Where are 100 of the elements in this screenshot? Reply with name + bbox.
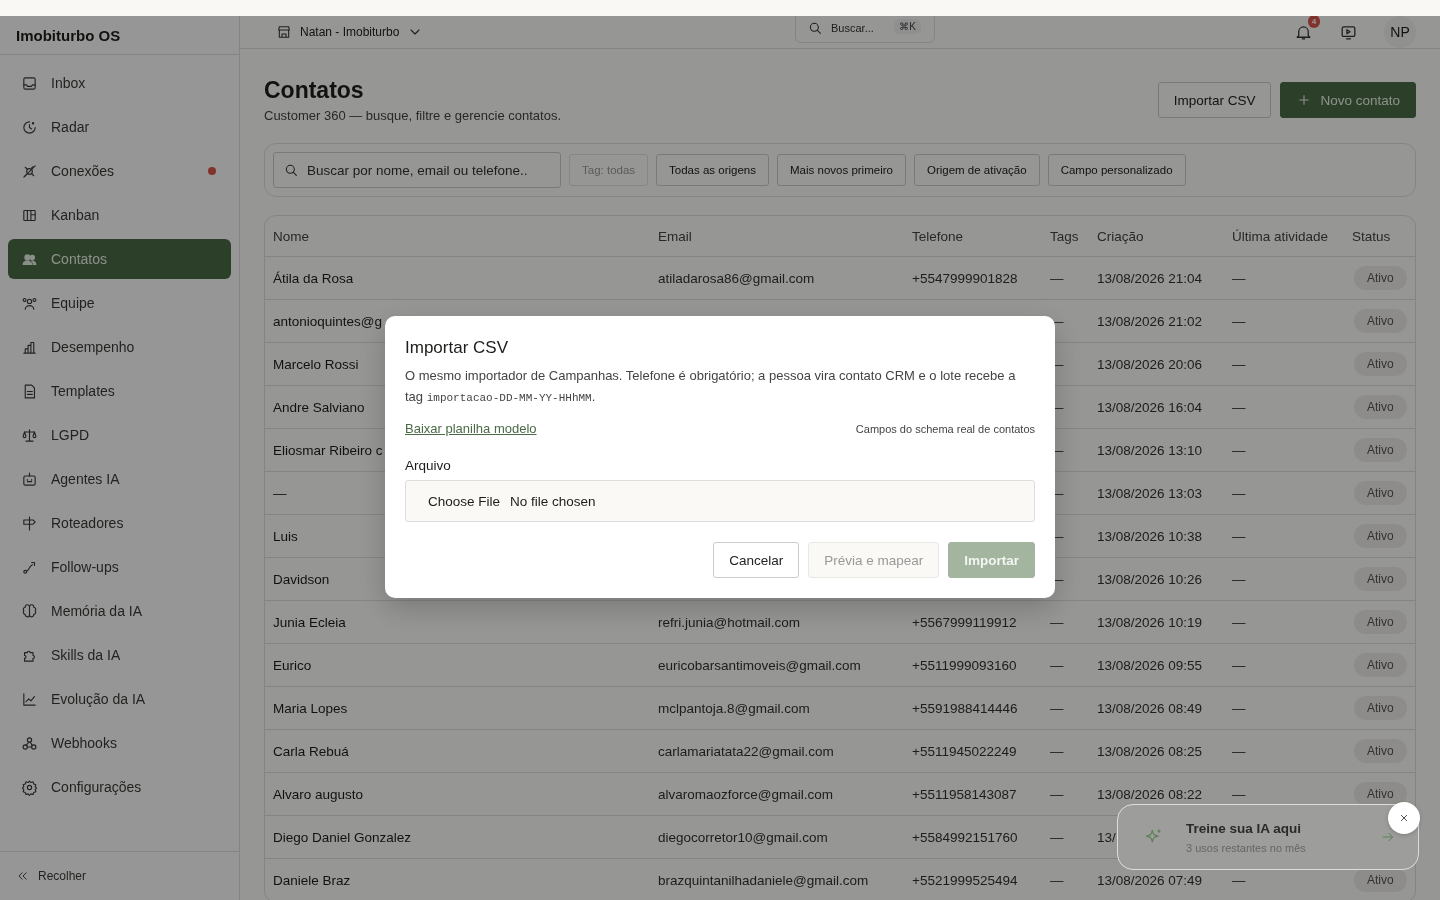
sidebar-item[interactable]: Agentes IA <box>8 459 231 499</box>
sidebar-item[interactable]: Desempenho <box>8 327 231 367</box>
sidebar-item[interactable]: Skills da IA <box>8 635 231 675</box>
page-subtitle: Customer 360 — busque, filtre e gerencie contatos. <box>264 108 561 123</box>
settings-icon <box>21 778 38 796</box>
email-cell-text: diegocorretor10@gmail.com <box>657 829 828 845</box>
sidebar-item[interactable]: Templates <box>8 371 231 411</box>
tags-cell-text: — <box>1049 700 1064 716</box>
date-cell-text: 13/08/2026 07:49 <box>1096 872 1203 888</box>
search-field[interactable]: Buscar por nome, email ou telefone.. <box>273 152 561 188</box>
date-cell-text: 13/08/2026 21:02 <box>1096 313 1203 329</box>
activity-cell-text: — <box>1231 571 1246 587</box>
activity-cell-text: — <box>1231 872 1246 888</box>
sidebar-item[interactable]: Equipe <box>8 283 231 323</box>
tags-cell-text: — <box>1049 829 1064 845</box>
phone-cell-text: +5547999901828 <box>911 270 1018 286</box>
collapse-button[interactable]: Recolher <box>16 869 87 883</box>
sidebar-item[interactable]: Configurações <box>8 767 231 807</box>
phone-cell-text: +5511958143087 <box>911 786 1017 802</box>
name-cell-text: Eurico <box>272 657 312 673</box>
sidebar-item[interactable]: Webhooks <box>8 723 231 763</box>
date-cell-text: 13/08/2026 20:06 <box>1096 356 1203 372</box>
tags-cell-text: — <box>1049 743 1064 759</box>
activity-cell-text: — <box>1231 313 1246 329</box>
date-cell-text: 13/08/2026 13:10 <box>1096 442 1203 458</box>
status-badge: Ativo <box>1354 739 1407 763</box>
date-cell-text: 13/08/2026 08:49 <box>1096 700 1203 716</box>
date-cell-text: 13/08/2026 10:19 <box>1096 614 1203 630</box>
tags-cell-text: — <box>1049 872 1064 888</box>
tags-cell-text: — <box>1049 786 1064 802</box>
search-icon <box>283 162 299 178</box>
filter-button[interactable]: Campo personalizado <box>1047 154 1186 186</box>
date-cell-text: 13/ <box>1096 829 1116 845</box>
activity-cell-text: — <box>1231 786 1246 802</box>
dialog-description: O mesmo importador de Campanhas. Telefone é obrigatório; a pessoa vira contato CRM e o lote recebe a tag importacao-DD-MM-YY-HHhMM. <box>405 367 1017 406</box>
phone-cell-text: +5584992151760 <box>911 829 1018 845</box>
plug-icon <box>21 162 38 180</box>
import-button[interactable]: Importar CSV <box>1157 82 1272 118</box>
activity-cell-text: — <box>1231 700 1246 716</box>
status-badge: Ativo <box>1354 481 1407 505</box>
email-cell-text: refri.junia@hotmail.com <box>657 614 800 630</box>
filter-button[interactable]: Todas as origens <box>656 154 770 186</box>
workspace-selector[interactable]: Natan - Imobiturbo <box>276 24 424 40</box>
close-button[interactable] <box>1388 802 1420 834</box>
name-cell-text: Junia Ecleia <box>272 614 346 630</box>
activity-cell-text: — <box>1231 399 1246 415</box>
user-avatar[interactable]: NP <box>1384 16 1416 48</box>
name-cell-text: Luis <box>272 528 298 544</box>
phone-cell-text: +5567999119912 <box>911 614 1017 630</box>
name-cell-text: Andre Salviano <box>272 399 365 415</box>
filter-button[interactable]: Origem de ativação <box>913 154 1040 186</box>
activity-cell-text: — <box>1231 614 1246 630</box>
email-cell-text: alvaromaozforce@gmail.com <box>657 786 833 802</box>
sidebar-item[interactable]: Inbox <box>8 63 231 103</box>
email-cell-text: carlamariatata22@gmail.com <box>657 743 834 759</box>
download-template-link[interactable]: Baixar planilha modelo <box>405 421 537 436</box>
column-header: Email <box>657 228 693 244</box>
sidebar-item[interactable]: Contatos <box>8 239 231 279</box>
inbox-icon <box>21 74 38 92</box>
column-header: Nome <box>272 228 310 244</box>
sidebar-item[interactable]: Roteadores <box>8 503 231 543</box>
cancel-button[interactable]: Cancelar <box>713 542 800 578</box>
column-header: Status <box>1351 228 1392 244</box>
phone-cell-text: +5521999525494 <box>911 872 1018 888</box>
file-input[interactable]: Choose File No file chosen <box>405 480 1035 522</box>
activity-cell-text: — <box>1231 356 1246 372</box>
column-header: Tags <box>1049 228 1080 244</box>
sidebar-item[interactable]: LGPD <box>8 415 231 455</box>
status-badge: Ativo <box>1354 524 1407 548</box>
activity-cell-text: — <box>1231 657 1246 673</box>
name-cell-text: Alvaro augusto <box>272 786 364 802</box>
sidebar-item[interactable]: Radar <box>8 107 231 147</box>
status-badge: Ativo <box>1354 868 1407 892</box>
activity-cell-text: — <box>1231 442 1246 458</box>
promo-title: Treine sua IA aqui <box>1186 820 1303 836</box>
schema-note: Campos do schema real de contatos <box>855 422 1035 435</box>
scale-icon <box>21 426 38 444</box>
shortcut-hint: ⌘K <box>894 19 921 34</box>
column-header: Última atividade <box>1231 228 1330 244</box>
date-cell-text: 13/08/2026 21:04 <box>1096 270 1203 286</box>
sidebar-item[interactable]: Conexões <box>8 151 231 191</box>
name-cell-text: Maria Lopes <box>272 700 348 716</box>
new-contact-button[interactable]: Novo contato <box>1280 82 1416 118</box>
date-cell-text: 13/08/2026 08:25 <box>1096 743 1203 759</box>
phone-cell-text: +5511945022249 <box>911 743 1017 759</box>
status-badge: Ativo <box>1354 438 1407 462</box>
sidebar-item[interactable]: Evolução da IA <box>8 679 231 719</box>
date-cell-text: 13/08/2026 10:26 <box>1096 571 1203 587</box>
date-cell-text: 13/08/2026 09:55 <box>1096 657 1203 673</box>
store-icon <box>276 24 292 40</box>
robot-icon <box>21 470 38 488</box>
email-cell-text: euricobarsantimoveis@gmail.com <box>657 657 861 673</box>
double-chevron-icon <box>16 869 30 883</box>
sidebar-item[interactable]: Follow-ups <box>8 547 231 587</box>
sidebar-item[interactable]: Kanban <box>8 195 231 235</box>
date-cell-text: 13/08/2026 13:03 <box>1096 485 1203 501</box>
sidebar-item[interactable]: Memória da IA <box>8 591 231 631</box>
filter-button[interactable]: Mais novos primeiro <box>777 154 906 186</box>
name-cell-text: Diego Daniel Gonzalez <box>272 829 412 845</box>
status-badge: Ativo <box>1354 610 1407 634</box>
